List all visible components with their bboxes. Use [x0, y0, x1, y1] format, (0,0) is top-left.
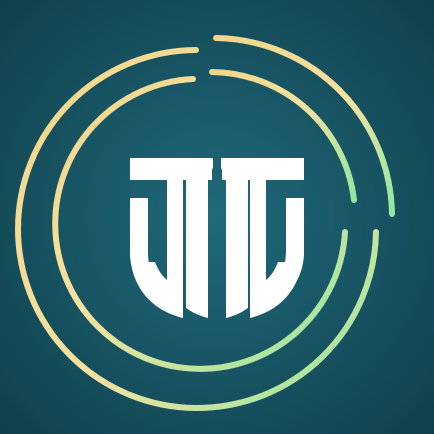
logo-svg: [0, 0, 434, 434]
left-bar: [130, 158, 213, 180]
app-icon: [0, 0, 434, 434]
left-inner-stem: [186, 180, 208, 318]
right-inner-stem: [226, 180, 248, 318]
right-bar: [221, 158, 304, 180]
